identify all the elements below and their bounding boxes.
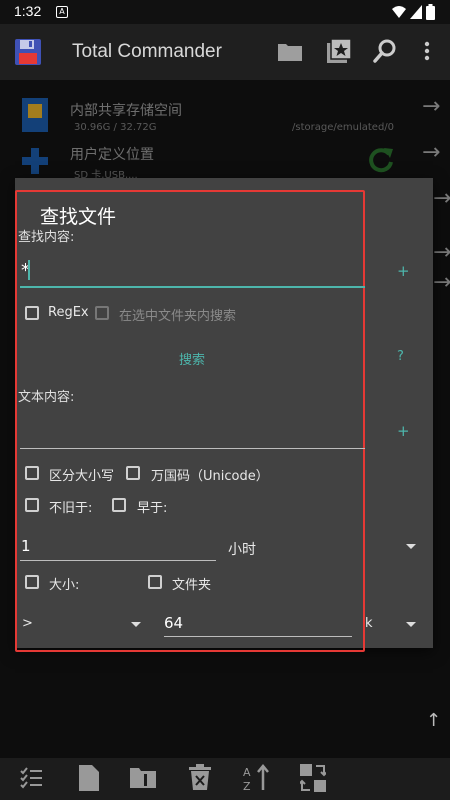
- archive-folder-icon[interactable]: [130, 766, 156, 788]
- add-search-pattern-button[interactable]: +: [397, 262, 410, 280]
- svg-text:A: A: [243, 766, 251, 779]
- svg-text:Z: Z: [243, 780, 251, 792]
- new-file-icon[interactable]: [79, 765, 99, 791]
- age-unit-value: 小时: [228, 542, 256, 558]
- search-in-selected-checkbox[interactable]: [95, 306, 109, 320]
- bottom-toolbar: A Z: [0, 758, 450, 800]
- size-value-input[interactable]: 64: [164, 610, 352, 640]
- text-content-label: 文本内容:: [18, 390, 75, 405]
- wifi-icon: [392, 6, 406, 18]
- delete-icon[interactable]: [189, 764, 211, 790]
- help-button[interactable]: ?: [397, 349, 404, 364]
- notification-icon: A: [56, 6, 68, 18]
- folder-label: 文件夹: [172, 578, 212, 593]
- search-label: 查找内容:: [18, 230, 75, 245]
- folder-checkbox[interactable]: [148, 575, 162, 589]
- age-input-underline: [20, 560, 216, 561]
- age-input[interactable]: 1: [20, 532, 216, 562]
- size-value: 64: [164, 614, 184, 632]
- older-checkbox[interactable]: [112, 498, 126, 512]
- find-files-dialog: 查找文件 查找内容: * + RegEx 在选中文件夹内搜索 搜索 ? 文本内容…: [15, 178, 433, 652]
- scroll-up-arrow-icon[interactable]: ↑: [426, 710, 441, 731]
- status-bar: 1:32 A: [0, 0, 450, 24]
- not-older-label: 不旧于:: [49, 501, 93, 516]
- chevron-down-icon: [406, 622, 416, 627]
- signal-icon: [410, 5, 422, 19]
- more-vert-icon[interactable]: [424, 41, 430, 61]
- age-unit-select[interactable]: 小时: [225, 534, 425, 562]
- battery-icon: [426, 4, 435, 20]
- search-input[interactable]: *: [20, 254, 365, 288]
- not-older-checkbox[interactable]: [25, 498, 39, 512]
- swap-panels-icon[interactable]: [300, 764, 326, 792]
- sort-icon[interactable]: A Z: [243, 764, 271, 792]
- text-content-input[interactable]: [20, 414, 365, 450]
- search-in-selected-label: 在选中文件夹内搜索: [119, 309, 237, 324]
- size-operator-select[interactable]: >: [20, 610, 141, 638]
- case-sensitive-label: 区分大小写: [49, 469, 115, 484]
- unicode-label: 万国码（Unicode）: [151, 469, 269, 484]
- chevron-down-icon: [131, 622, 141, 627]
- size-label: 大小:: [49, 578, 80, 593]
- search-button[interactable]: 搜索: [179, 349, 205, 368]
- text-cursor: [28, 260, 30, 280]
- dialog-title: 查找文件: [40, 206, 117, 228]
- app-bar: Total Commander: [0, 24, 450, 80]
- text-content-underline: [20, 448, 365, 449]
- search-icon[interactable]: [373, 39, 397, 63]
- unicode-checkbox[interactable]: [126, 466, 140, 480]
- size-operator-value: >: [22, 616, 33, 631]
- case-sensitive-checkbox[interactable]: [25, 466, 39, 480]
- folder-icon[interactable]: [278, 41, 302, 61]
- regex-label: RegEx: [48, 305, 89, 320]
- add-text-pattern-button[interactable]: +: [397, 422, 410, 440]
- bookmark-icon[interactable]: [327, 39, 351, 63]
- regex-checkbox[interactable]: [25, 306, 39, 320]
- older-label: 早于:: [137, 501, 168, 516]
- age-value: 1: [21, 537, 31, 555]
- size-unit-value: k: [365, 616, 373, 631]
- floppy-disk-icon[interactable]: [14, 38, 42, 66]
- select-files-icon[interactable]: [20, 766, 44, 790]
- status-time: 1:32: [14, 3, 42, 19]
- chevron-down-icon: [406, 544, 416, 549]
- size-unit-select[interactable]: k: [365, 610, 425, 638]
- app-title: Total Commander: [72, 41, 222, 62]
- search-input-underline: [20, 286, 365, 288]
- size-checkbox[interactable]: [25, 575, 39, 589]
- size-input-underline: [164, 636, 352, 637]
